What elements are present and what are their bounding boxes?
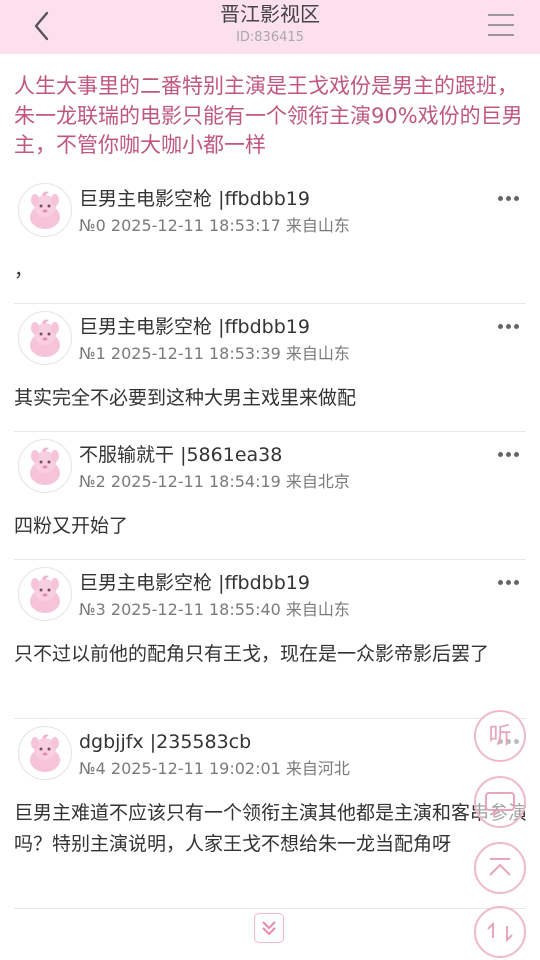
more-options-button[interactable] bbox=[496, 577, 522, 587]
post-content: 其实完全不必要到这种大男主戏里来做配 bbox=[14, 387, 357, 409]
post-divider bbox=[14, 431, 526, 432]
author-name[interactable]: dgbjjfx bbox=[79, 731, 144, 753]
more-dots-icon bbox=[498, 324, 503, 329]
post-meta: №0 2025-12-11 18:53:17 来自山东 bbox=[79, 216, 350, 235]
more-dots-icon bbox=[498, 580, 503, 585]
author-line: 不服输就干 |5861ea38 bbox=[79, 443, 282, 467]
more-options-button[interactable] bbox=[496, 321, 522, 331]
user-hash: |ffbdbb19 bbox=[218, 572, 310, 594]
post-divider bbox=[14, 559, 526, 560]
more-dot bbox=[506, 196, 511, 201]
post-content: 只不过以前他的配角只有王戈，现在是一众影帝影后罢了 bbox=[14, 643, 490, 665]
thread-id: ID:836415 bbox=[236, 30, 304, 45]
refresh-button[interactable] bbox=[474, 906, 526, 958]
user-hash: |ffbdbb19 bbox=[218, 188, 310, 210]
double-chevron-down-icon bbox=[262, 921, 276, 936]
post-content: 巨男主难道不应该只有一个领衔主演其他都是主演和客串参演吗？特别主演说明，人家王戈… bbox=[14, 802, 528, 855]
more-dot bbox=[514, 196, 519, 201]
reply-button[interactable] bbox=[474, 776, 526, 828]
more-dots-icon bbox=[498, 196, 503, 201]
load-more-button[interactable] bbox=[254, 913, 284, 943]
more-dot bbox=[506, 324, 511, 329]
post-divider bbox=[14, 303, 526, 304]
more-dot bbox=[514, 580, 519, 585]
post-content: ， bbox=[14, 259, 34, 281]
page-title: 晋江影视区 bbox=[220, 2, 320, 26]
avatar[interactable] bbox=[18, 183, 72, 237]
more-dots-icon bbox=[498, 452, 503, 457]
post-content: 四粉又开始了 bbox=[14, 515, 129, 537]
hamburger-menu-icon bbox=[488, 14, 514, 36]
user-hash: |235583cb bbox=[149, 731, 252, 753]
top-bar: 晋江影视区 ID:836415 bbox=[0, 0, 540, 54]
author-line: 巨男主电影空枪 |ffbdbb19 bbox=[79, 187, 310, 211]
listen-button[interactable]: 听 bbox=[474, 710, 526, 762]
author-line: dgbjjfx |235583cb bbox=[79, 730, 251, 754]
author-name[interactable]: 巨男主电影空枪 bbox=[79, 572, 212, 594]
author-name[interactable]: 巨男主电影空枪 bbox=[79, 316, 212, 338]
post-meta: №3 2025-12-11 18:55:40 来自山东 bbox=[79, 600, 350, 619]
avatar[interactable] bbox=[18, 311, 72, 365]
avatar[interactable] bbox=[18, 567, 72, 621]
post-meta: №4 2025-12-11 19:02:01 来自河北 bbox=[79, 759, 350, 778]
reply-bubble-icon bbox=[485, 792, 515, 818]
user-hash: |5861ea38 bbox=[180, 444, 283, 466]
post-meta: №1 2025-12-11 18:53:39 来自山东 bbox=[79, 344, 350, 363]
post-meta: №2 2025-12-11 18:54:19 来自北京 bbox=[79, 472, 350, 491]
author-name[interactable]: 巨男主电影空枪 bbox=[79, 188, 212, 210]
post-divider bbox=[14, 908, 526, 909]
author-line: 巨男主电影空枪 |ffbdbb19 bbox=[79, 315, 310, 339]
more-dot bbox=[506, 580, 511, 585]
user-hash: |ffbdbb19 bbox=[218, 316, 310, 338]
more-dot bbox=[514, 324, 519, 329]
author-line: 巨男主电影空枪 |ffbdbb19 bbox=[79, 571, 310, 595]
more-options-button[interactable] bbox=[496, 449, 522, 459]
more-dot bbox=[514, 452, 519, 457]
author-name[interactable]: 不服输就干 bbox=[79, 444, 174, 466]
scroll-top-button[interactable] bbox=[474, 842, 526, 894]
more-dot bbox=[506, 452, 511, 457]
avatar[interactable] bbox=[18, 439, 72, 493]
menu-button[interactable] bbox=[486, 12, 516, 38]
thread-title: 人生大事里的二番特别主演是王戈戏份是男主的跟班，朱一龙联瑞的电影只能有一个领衔主… bbox=[14, 74, 523, 157]
post-divider bbox=[14, 718, 526, 719]
scroll-top-icon bbox=[489, 858, 511, 876]
refresh-icon bbox=[487, 921, 513, 943]
avatar[interactable] bbox=[18, 726, 72, 780]
more-options-button[interactable] bbox=[496, 193, 522, 203]
